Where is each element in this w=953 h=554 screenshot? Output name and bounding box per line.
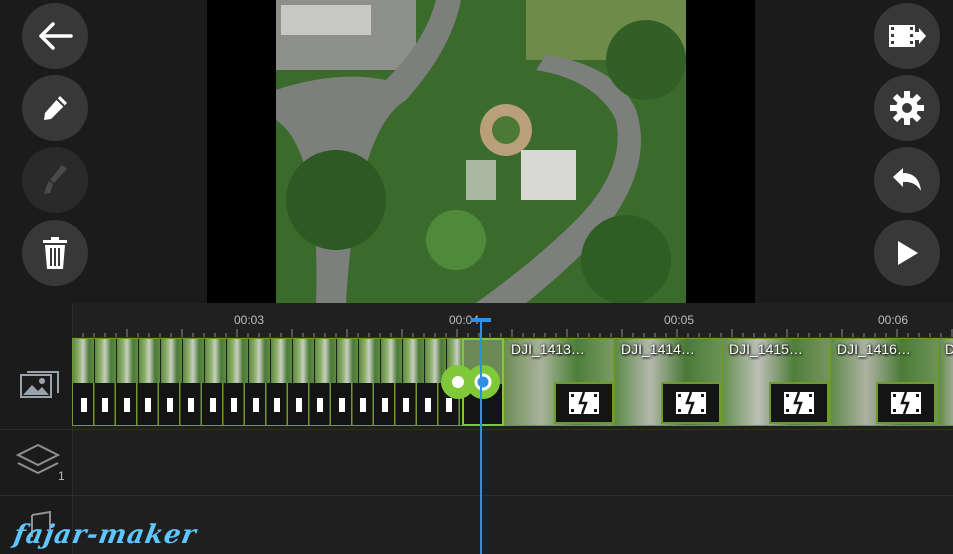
transition-button[interactable] (554, 382, 614, 424)
gear-icon (890, 91, 924, 125)
watermark: fajar-maker (11, 520, 200, 550)
clip-title: DJI_1415… (729, 341, 803, 357)
brush-icon (44, 165, 67, 194)
transition-icon (891, 391, 921, 415)
left-toolbar (0, 0, 207, 303)
ruler-tick-label: 00:05 (664, 313, 695, 327)
transition-icon (676, 391, 706, 415)
settings-button[interactable] (874, 75, 940, 141)
transition-button[interactable] (876, 382, 936, 424)
frame-icons (81, 398, 452, 412)
back-arrow-icon (39, 22, 73, 50)
image-track-icon (20, 371, 59, 398)
time-ruler[interactable]: 00:03 00:04 00:05 00:06 (72, 303, 953, 338)
transition-button[interactable] (769, 382, 829, 424)
video-preview[interactable] (276, 0, 686, 303)
playhead[interactable] (480, 318, 482, 554)
undo-button[interactable] (874, 147, 940, 213)
export-button[interactable] (874, 3, 940, 69)
trim-handle-right[interactable] (465, 364, 501, 405)
clip-title: DJI_1416… (837, 341, 911, 357)
video-track-icon[interactable] (20, 371, 60, 404)
frame-markers (73, 383, 466, 425)
clip-image-sequence[interactable] (72, 338, 467, 426)
ruler-tick-label: 00:06 (878, 313, 909, 327)
layer-count: 1 (58, 469, 65, 483)
edit-button[interactable] (22, 75, 88, 141)
aerial-footage-frame (276, 0, 686, 303)
transition-button[interactable] (661, 382, 721, 424)
transition-icon (569, 391, 599, 415)
undo-icon (893, 168, 921, 191)
ruler-tick-label: 00:03 (234, 313, 265, 327)
track-divider (0, 495, 953, 496)
trash-icon (43, 237, 67, 269)
clip-title: DJI_1413… (511, 341, 585, 357)
track-divider (0, 429, 953, 430)
layers-icon (15, 443, 61, 475)
layer-track-button[interactable]: 1 (14, 443, 65, 488)
pencil-icon (44, 96, 67, 120)
back-button[interactable] (22, 3, 88, 69)
right-toolbar (755, 0, 953, 303)
play-icon (898, 241, 918, 265)
clip-title: DJI_ (945, 341, 953, 357)
video-track[interactable]: DJI_1413… DJI_1414… DJI_1415… DJI_1416… … (72, 338, 953, 428)
clip-dji-partial[interactable]: DJI_ (938, 338, 953, 426)
transition-icon (784, 391, 814, 415)
ruler-ticks (72, 329, 953, 337)
thumbnail-strip (73, 339, 466, 383)
clip-title: DJI_1414… (621, 341, 695, 357)
trim-handle-icon (466, 365, 500, 399)
delete-button[interactable] (22, 220, 88, 286)
film-export-icon (889, 25, 926, 47)
effect-button[interactable] (22, 147, 88, 213)
play-button[interactable] (874, 220, 940, 286)
